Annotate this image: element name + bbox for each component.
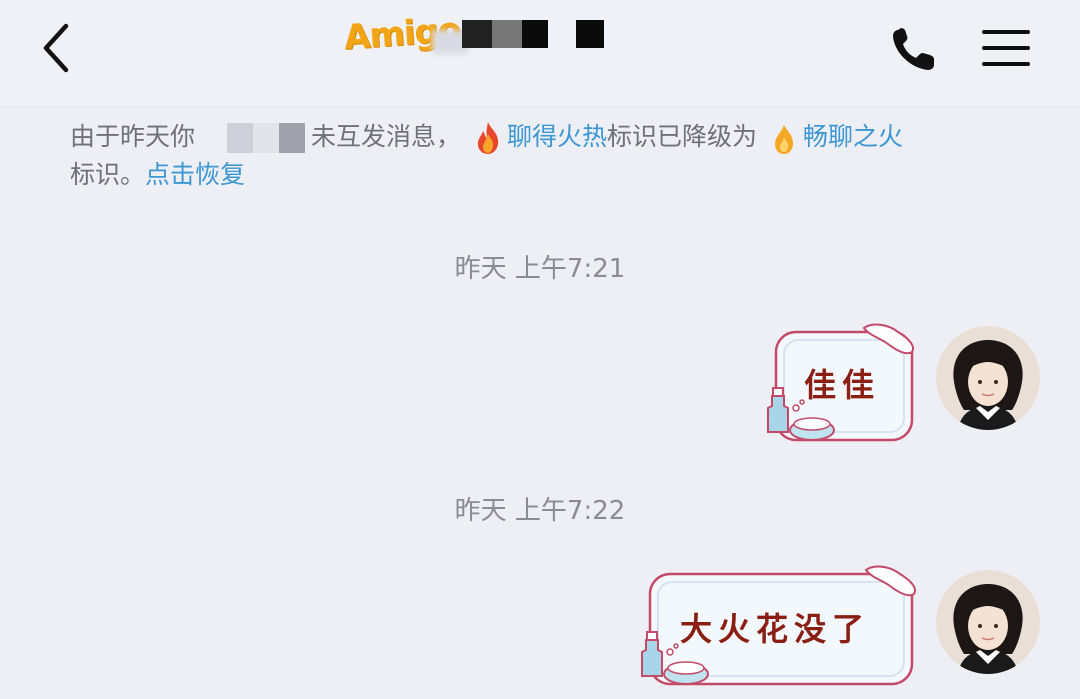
user-avatar-image [936,570,1040,674]
flame-name: 畅聊之火 [802,122,903,151]
notice-text: 未互发消息， [311,122,462,151]
message-text: 佳佳 [804,366,881,404]
flame-downgrade-notice: 由于昨天你 未互发消息， 聊得火热标识已降级为 畅聊之火 标识。点击恢复 [70,118,1030,194]
notice-text: 由于昨天你 [70,122,196,151]
avatar[interactable] [936,326,1040,430]
hamburger-menu-icon [982,30,1030,66]
user-avatar-image [936,326,1040,430]
flame-name: 聊得火热 [506,122,607,151]
message-text: 大火花没了 [680,610,871,648]
avatar[interactable] [936,570,1040,674]
redaction-block [576,20,604,48]
message-bubble[interactable]: 佳佳 [760,322,922,446]
notice-text: 标识已降级为 [607,122,758,151]
chevron-left-icon [43,23,69,73]
back-button[interactable] [36,22,80,74]
redaction-block [462,20,492,48]
menu-button[interactable] [980,24,1032,72]
small-flame-icon [774,125,793,154]
redacted-username [201,123,306,153]
chat-title: Amigo [340,10,620,60]
redaction-block [492,20,522,48]
message-timestamp: 昨天 上午7:21 [454,254,626,284]
top-bar: Amigo [0,0,1080,107]
restore-link[interactable]: 点击恢复 [145,160,245,189]
redaction-block [522,20,548,48]
message-bubble[interactable]: 大火花没了 [634,564,922,690]
notice-text: 标识。 [70,160,146,189]
call-button[interactable] [888,24,940,76]
flame-icon [477,122,499,154]
message-timestamp: 昨天 上午7:22 [454,496,626,526]
phone-icon [893,28,934,70]
